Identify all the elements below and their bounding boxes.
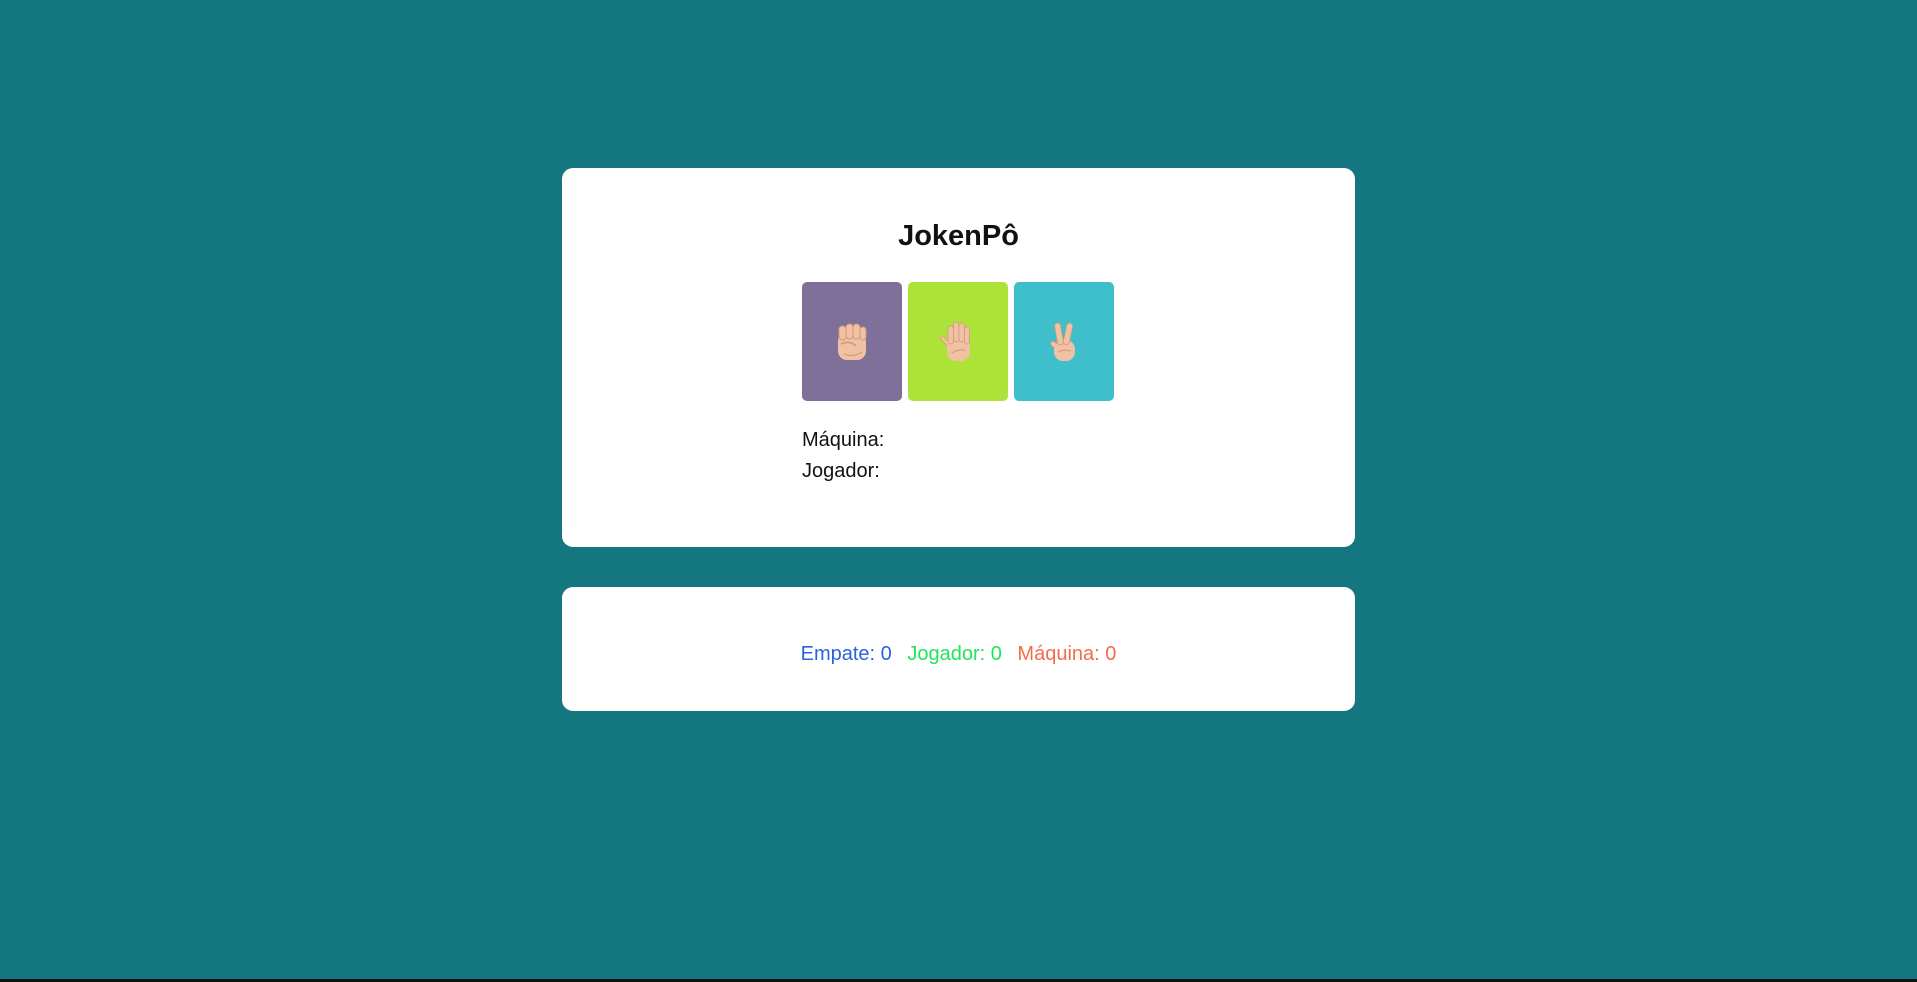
draw-score: Empate: 0 [800, 643, 892, 665]
machine-score: Máquina: 0 [1017, 643, 1117, 665]
rock-button[interactable] [802, 282, 902, 401]
scissors-button[interactable] [1014, 282, 1114, 401]
raised-fist-icon [832, 320, 872, 364]
victory-hand-icon [1044, 320, 1084, 364]
machine-choice-label: Máquina: [802, 429, 885, 451]
player-score: Jogador: 0 [907, 643, 1002, 665]
page-title: JokenPô [898, 220, 1019, 252]
player-choice-row: Jogador: [802, 456, 884, 487]
choice-buttons [802, 282, 1114, 401]
paper-button[interactable] [908, 282, 1008, 401]
result-info: Máquina: Jogador: [802, 425, 884, 487]
player-choice-label: Jogador: [802, 460, 880, 482]
machine-choice-row: Máquina: [802, 425, 884, 456]
scoreboard: Empate: 0 Jogador: 0 Máquina: 0 [0, 643, 1917, 666]
raised-hand-icon [938, 320, 978, 364]
